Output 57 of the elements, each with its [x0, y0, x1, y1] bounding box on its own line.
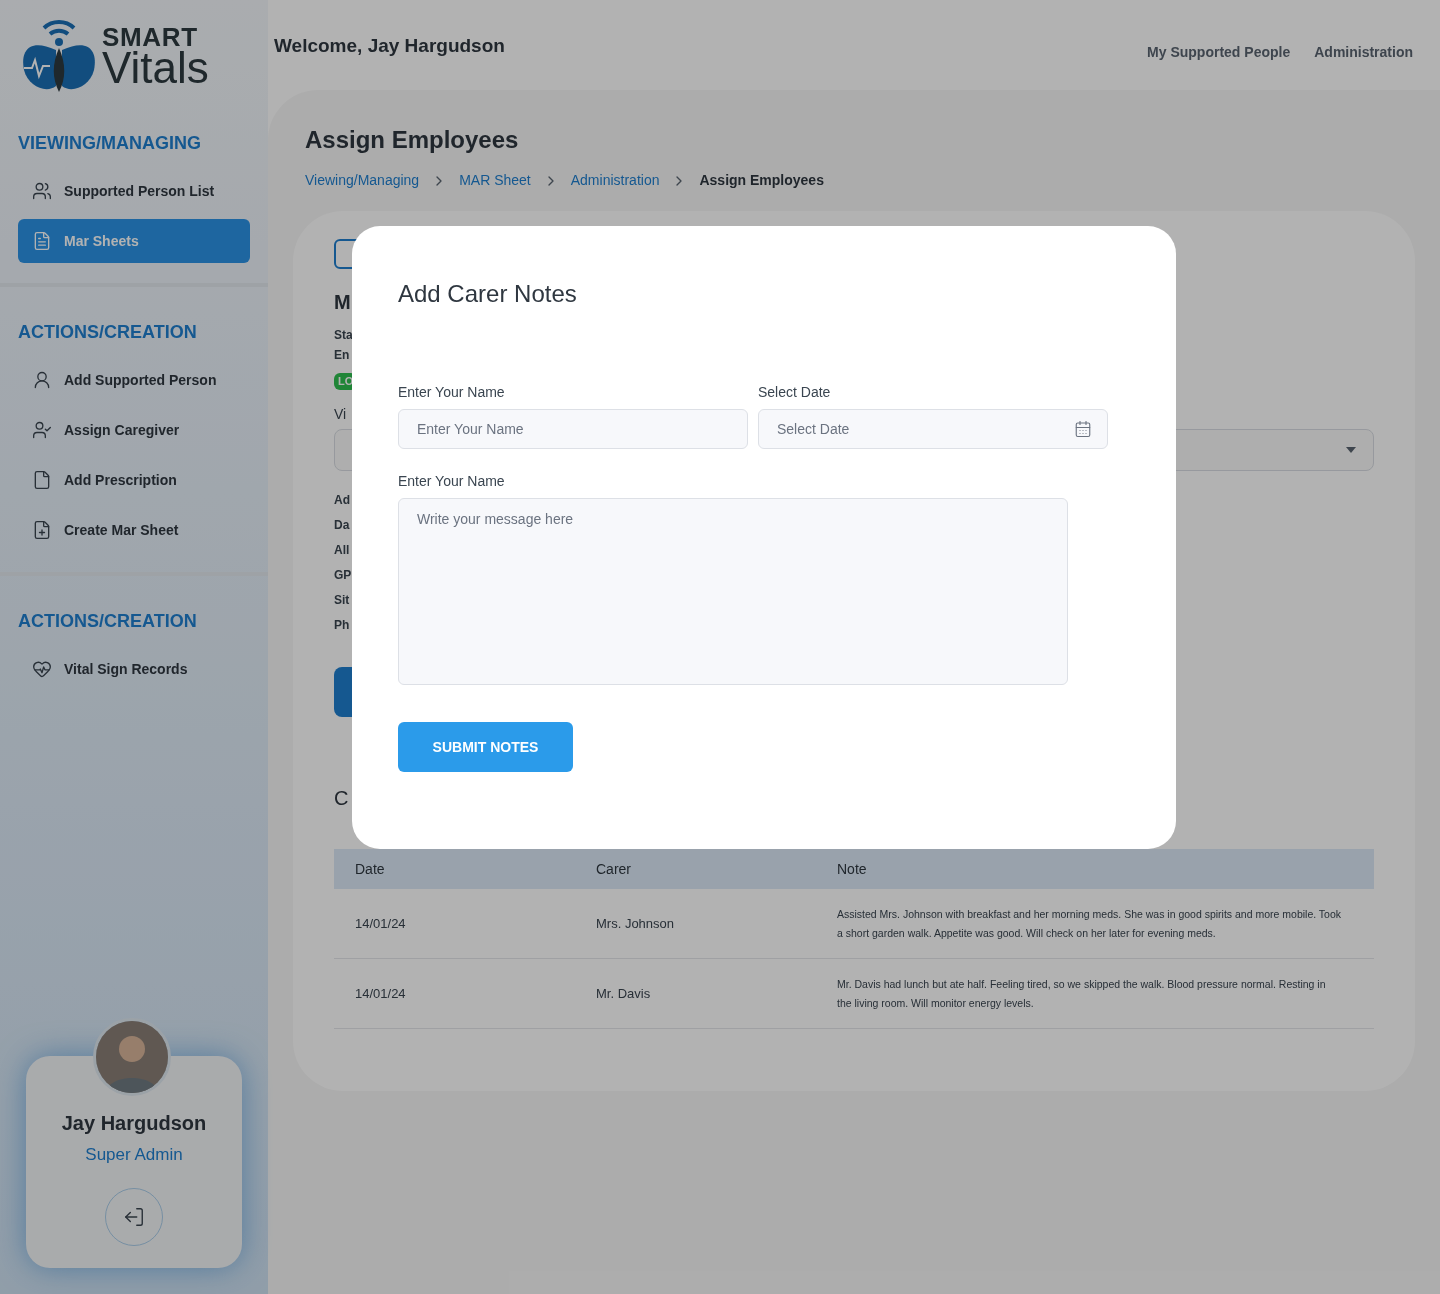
person-icon — [32, 370, 52, 390]
detail-text: Sta — [334, 327, 353, 344]
detail-text: All — [334, 542, 350, 559]
detail-text: Sit — [334, 592, 350, 609]
table-cell-text: Mr. Davis — [595, 984, 652, 1003]
table-cell-text: 14/01/24 — [354, 914, 407, 933]
table-cell-text: Mrs. Johnson — [595, 914, 676, 933]
section-title: C — [334, 786, 349, 811]
date-field[interactable]: Select Date — [758, 409, 1108, 449]
person-check-icon — [32, 420, 52, 440]
sidebar-item[interactable]: Assign Caregiver — [18, 408, 250, 452]
profile-role: Super Admin — [85, 1144, 183, 1166]
name-field[interactable]: Enter Your Name — [398, 409, 748, 449]
section-heading: VIEWING/MANAGING — [18, 132, 202, 155]
detail-text: Ph — [334, 617, 350, 634]
document-plus-icon — [32, 520, 52, 540]
field-label: Enter Your Name — [398, 383, 506, 402]
modal-title: Add Carer Notes — [398, 279, 578, 309]
logout-icon — [123, 1205, 145, 1228]
page-title: Assign Employees — [305, 125, 520, 155]
section-title: M — [334, 290, 351, 315]
detail-text: Ad — [334, 492, 350, 509]
field-label: Select Date — [758, 383, 832, 402]
message-field[interactable]: Write your message here — [398, 498, 1068, 685]
breadcrumb-link[interactable]: Viewing/Managing — [305, 170, 420, 191]
column-header: Note — [836, 859, 868, 879]
detail-text: Da — [334, 517, 350, 534]
nav-link[interactable]: Administration — [1314, 42, 1413, 63]
column-header: Date — [354, 859, 386, 879]
table-cell-text: 14/01/24 — [354, 984, 407, 1003]
breadcrumb-link[interactable]: Assign Employees — [699, 170, 824, 191]
detail-text: GP — [334, 567, 352, 584]
detail-text: En — [334, 347, 350, 364]
sidebar-item[interactable]: Add Supported Person — [18, 358, 250, 402]
section-heading: ACTIONS/CREATION — [18, 321, 198, 344]
profile-name: Jay Hargudson — [61, 1111, 207, 1136]
page-icon — [32, 470, 52, 490]
table-cell-text: Assisted Mrs. Johnson with breakfast and her morning meds. She was in good spirits and more mobile. Took a short garden walk. Appetite was good. Will check on her later for evening meds. — [836, 906, 1343, 941]
field-label: Enter Your Name — [398, 472, 506, 491]
sidebar-item[interactable]: Vital Sign Records — [18, 647, 250, 691]
sidebar-item[interactable]: Supported Person List — [18, 169, 250, 213]
heart-pulse-icon — [32, 659, 52, 679]
calendar-icon[interactable] — [1074, 420, 1092, 438]
field-label: Vi — [334, 405, 347, 424]
nav-link[interactable]: My Supported People — [1147, 42, 1291, 63]
column-header: Carer — [595, 859, 632, 879]
logo-icon — [20, 20, 98, 94]
sidebar-item[interactable]: Add Prescription — [18, 458, 250, 502]
people-icon — [32, 181, 52, 201]
document-icon — [32, 231, 52, 251]
table-cell-text: Mr. Davis had lunch but ate half. Feeling tired, so we skipped the walk. Blood pressure normal. Resting in the living room. Will monitor energy levels. — [836, 976, 1327, 1011]
breadcrumb-link[interactable]: Administration — [570, 170, 660, 191]
sidebar-item[interactable]: Create Mar Sheet — [18, 508, 250, 552]
section-heading: ACTIONS/CREATION — [18, 610, 198, 633]
breadcrumb-link[interactable]: MAR Sheet — [459, 170, 531, 191]
welcome-text: Welcome, Jay Hargudson — [274, 34, 505, 58]
caret-icon — [1345, 446, 1357, 454]
